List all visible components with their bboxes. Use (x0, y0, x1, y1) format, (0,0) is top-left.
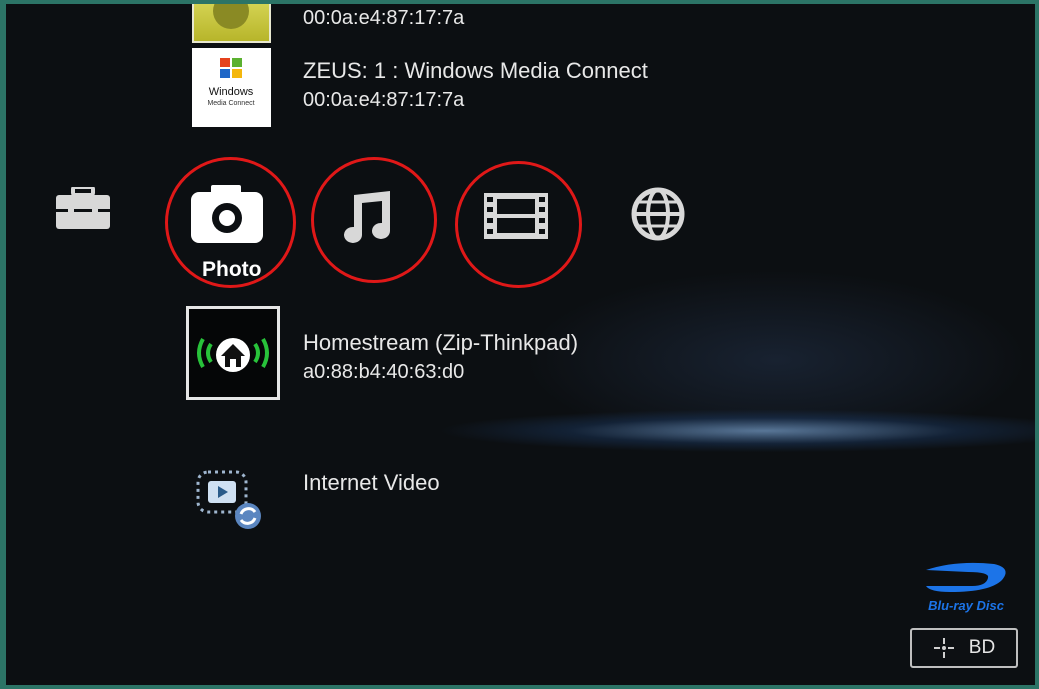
media-server-icon (213, 4, 249, 29)
xmb-screen: 00:0a:e4:87:17:7a Windows Media Connect … (6, 4, 1035, 685)
camera-icon[interactable] (189, 183, 267, 250)
bd-button[interactable]: BD (910, 628, 1018, 668)
settings-toolbox-icon[interactable] (54, 185, 112, 236)
home-wifi-icon (197, 338, 269, 372)
device-entry-homestream[interactable]: Homestream (Zip-Thinkpad) a0:88:b4:40:63… (303, 328, 578, 386)
bluray-disc-logo: Blu-ray Disc (916, 558, 1016, 619)
windows-media-connect-thumb[interactable]: Windows Media Connect (192, 48, 271, 127)
device-mac: 00:0a:e4:87:17:7a (303, 89, 465, 111)
internet-video-icon[interactable] (192, 464, 276, 543)
category-label-photo: Photo (202, 258, 262, 281)
windows-logo-text: Windows (209, 86, 254, 98)
windows-logo-subtext: Media Connect (207, 100, 254, 107)
dpad-icon (933, 638, 954, 658)
music-note-icon[interactable] (344, 189, 396, 250)
device-entry-wmc[interactable]: ZEUS: 1 : Windows Media Connect 00:0a:e4… (303, 56, 648, 114)
bluray-logo-text: Blu-ray Disc (928, 598, 1005, 613)
globe-network-icon[interactable] (630, 186, 686, 247)
device-entry-top[interactable]: 00:0a:e4:87:17:7a (303, 4, 464, 32)
film-strip-icon[interactable] (483, 192, 549, 245)
homestream-thumb[interactable] (186, 306, 280, 400)
device-name: Internet Video (303, 470, 440, 495)
bd-button-label: BD (968, 637, 996, 658)
device-mac: a0:88:b4:40:63:d0 (303, 361, 465, 383)
device-name: ZEUS: 1 : Windows Media Connect (303, 58, 648, 83)
device-entry-internet-video[interactable]: Internet Video (303, 468, 440, 498)
device-name: Homestream (Zip-Thinkpad) (303, 330, 579, 355)
device-mac: 00:0a:e4:87:17:7a (303, 7, 465, 29)
windows-flag-icon: Windows Media Connect (207, 58, 255, 107)
device-thumb-top[interactable] (192, 4, 271, 43)
